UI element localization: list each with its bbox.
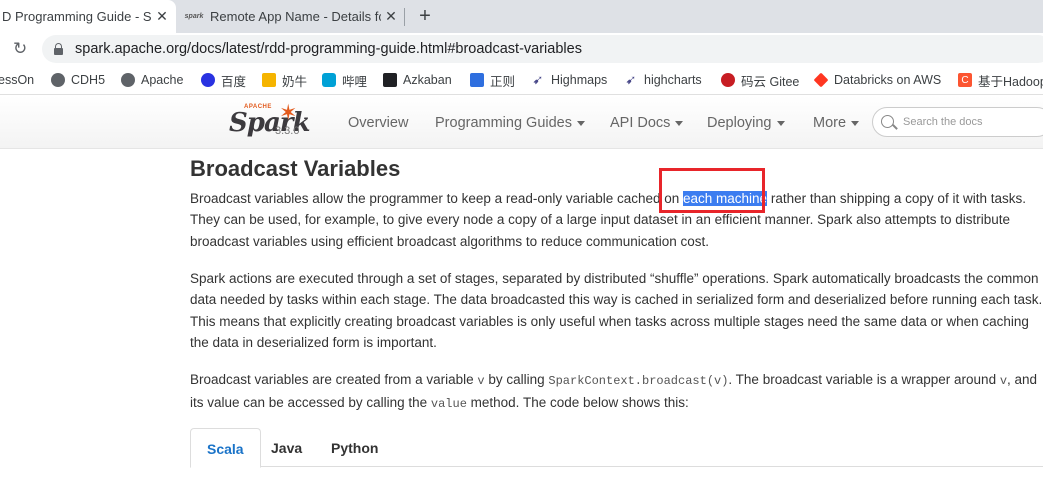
nav-deploying-label: Deploying [707,115,772,131]
caret-down-icon [776,120,785,126]
nav-programming-guides[interactable]: Programming Guides [435,115,585,131]
caret-down-icon [577,120,585,126]
cow-icon [262,73,276,87]
site-navbar: APACHE Spark ✶ 3.3.0 Overview Programmin… [0,96,1043,149]
bookmark-label: Apache [141,73,184,87]
bookmark-highmaps[interactable]: ➹ Highmaps [531,72,608,88]
globe-icon [51,73,65,87]
globe-icon [121,73,135,87]
bookmark-label: 哔哩 [342,74,368,89]
bookmark-label: 基于Hadoop [978,74,1043,89]
bilibili-icon [322,73,336,87]
paragraph-intro: Broadcast variables allow the programmer… [190,188,1043,252]
version-label: 3.3.0 [275,125,300,137]
caret-down-icon [851,120,860,126]
bookmark-gitee[interactable]: 码云 Gitee [721,72,800,89]
docs-search-box[interactable] [872,107,1043,137]
bookmark-label: 正则 [490,74,516,89]
code-language-tabs: Scala Java Python [190,428,1043,468]
spark-star-icon: ✶ [279,100,298,125]
gitee-icon [721,73,735,87]
browser-toolbar: ↻ spark.apache.org/docs/latest/rdd-progr… [0,33,1043,65]
nav-deploying[interactable]: Deploying [707,115,785,131]
address-bar[interactable]: spark.apache.org/docs/latest/rdd-program… [42,35,1043,63]
tab-divider [404,8,405,26]
code-v: v [999,374,1008,388]
nav-programming-guides-label: Programming Guides [435,115,572,131]
bookmark-baidu[interactable]: 百度 [201,72,247,89]
bookmark-highcharts[interactable]: ➹ highcharts [624,72,702,88]
highcharts-icon: ➹ [625,72,637,87]
caret-down-icon [675,120,684,126]
lock-icon[interactable] [54,43,63,55]
bookmark-databricks[interactable]: Databricks on AWS [813,72,942,88]
regex-icon [470,73,484,87]
bookmark-bilibili[interactable]: 哔哩 [322,72,368,89]
bookmark-label: 百度 [221,74,247,89]
text-segment: method. The code below shows this: [466,395,689,411]
bookmark-cdh5[interactable]: CDH5 [51,72,105,88]
close-tab-icon[interactable]: ✕ [381,8,401,25]
spark-favicon-icon: spark [184,13,204,20]
browser-tab-spark-guide[interactable]: D Programming Guide - Sp ✕ [0,0,176,33]
bookmark-regex[interactable]: 正则 [470,72,516,89]
bookmark-apache[interactable]: Apache [121,72,183,88]
browser-tab-remote-app[interactable]: spark Remote App Name - Details fc ✕ [180,0,405,33]
bookmarks-bar: essOn CDH5 Apache 百度 奶牛 哔哩 Azkaban 正则 ➹ … [0,65,1043,95]
search-icon[interactable] [881,115,894,128]
text-segment: Broadcast variables are created from a v… [190,372,478,387]
bookmark-label: Databricks on AWS [834,73,942,87]
browser-tab-strip: D Programming Guide - Sp ✕ spark Remote … [0,0,1043,33]
code-v: v [477,374,485,388]
tab-title: Remote App Name - Details fc [210,9,381,24]
tab-java[interactable]: Java [255,428,318,467]
tab-python[interactable]: Python [315,428,394,467]
nav-overview[interactable]: Overview [348,115,408,131]
bookmark-label: CDH5 [71,73,106,87]
url-text[interactable]: spark.apache.org/docs/latest/rdd-program… [75,41,582,57]
baidu-icon [201,73,215,87]
highcharts-icon: ➹ [532,72,544,87]
bookmark-label: 码云 Gitee [741,74,800,89]
paragraph-creation: Broadcast variables are created from a v… [190,369,1043,416]
bookmark-label: Azkaban [403,73,452,87]
nav-more[interactable]: More [813,115,860,131]
reload-icon[interactable]: ↻ [13,39,33,59]
text-segment: by calling [484,372,549,387]
nav-more-label: More [813,115,847,131]
nav-overview-label: Overview [348,115,409,131]
databricks-icon [813,72,829,88]
text-segment: . The broadcast variable is a wrapper ar… [728,372,1000,387]
intro-text-before: Broadcast variables allow the programmer… [190,191,684,206]
search-input[interactable] [903,114,1043,130]
nav-api-docs[interactable]: API Docs [610,115,684,131]
annotation-highlight-box [659,168,765,213]
bookmark-hadoop[interactable]: C 基于Hadoop [958,72,1043,89]
code-value: value [430,397,467,412]
azkaban-icon [383,73,397,87]
code-broadcast: SparkContext.broadcast(v) [548,374,729,388]
bookmark-label: essOn [0,73,35,87]
bookmark-cow[interactable]: 奶牛 [262,72,308,89]
tab-title: D Programming Guide - Sp [2,9,152,24]
close-tab-icon[interactable]: ✕ [152,8,172,25]
bookmark-azkaban[interactable]: Azkaban [383,72,452,88]
page-title: Broadcast Variables [190,156,401,181]
csdn-icon: C [958,73,972,87]
nav-api-docs-label: API Docs [610,115,671,131]
paragraph-stages: Spark actions are executed through a set… [190,271,1043,351]
new-tab-button[interactable]: + [414,4,436,28]
bookmark-label: highcharts [644,73,702,87]
tab-scala[interactable]: Scala [190,428,261,468]
bookmark-label: 奶牛 [282,74,308,89]
bookmark-essOn[interactable]: essOn [0,72,34,88]
bookmark-label: Highmaps [551,73,608,87]
